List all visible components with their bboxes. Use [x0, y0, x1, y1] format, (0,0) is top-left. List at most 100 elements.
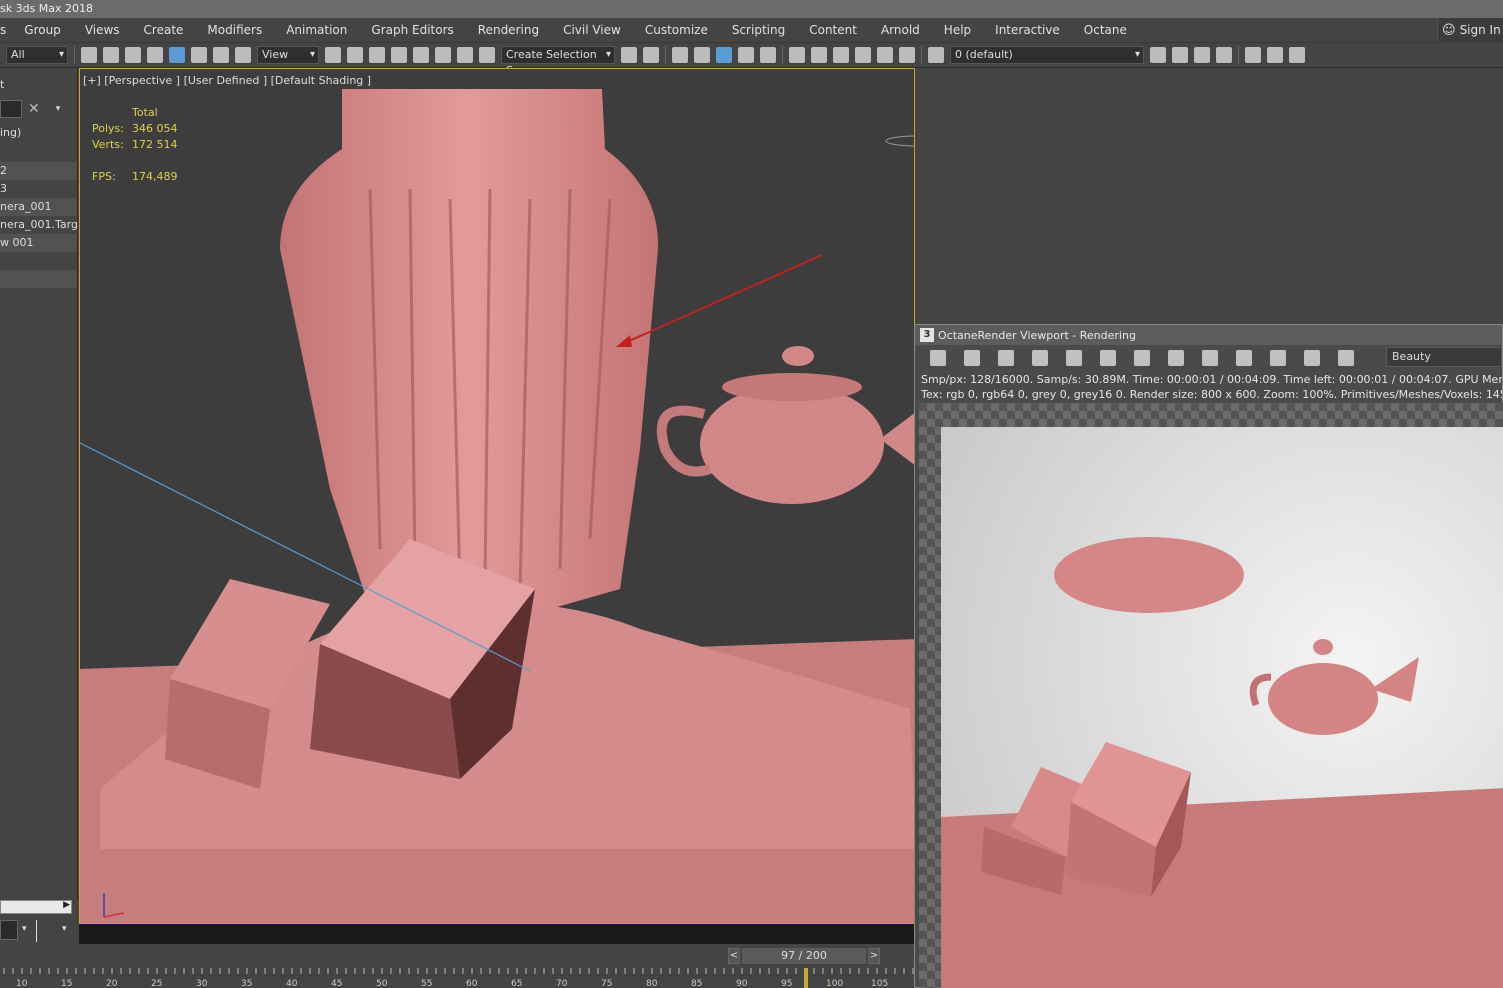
lock-icon[interactable]	[1032, 350, 1048, 366]
spinner-snap-icon[interactable]	[457, 47, 473, 63]
list-item[interactable]: ing)	[0, 124, 77, 142]
menu-item-file[interactable]: s	[0, 23, 12, 37]
scale-icon[interactable]	[213, 47, 229, 63]
selection-set-dropdown[interactable]: Create Selection Se	[501, 46, 615, 77]
menu-item-civil-view[interactable]: Civil View	[551, 23, 633, 37]
render-shortcut-icon[interactable]	[899, 47, 915, 63]
perspective-viewport[interactable]: [+] [Perspective ] [User Defined ] [Defa…	[79, 68, 915, 924]
octane-render-canvas[interactable]	[919, 403, 1503, 988]
octane-title-bar[interactable]: 3 OctaneRender Viewport - Rendering	[915, 325, 1502, 345]
reference-coord-dropdown[interactable]: View	[257, 46, 319, 64]
layer-manager-icon[interactable]	[928, 47, 944, 63]
arrow-right-icon[interactable]: ▶	[63, 900, 70, 910]
angle-snap-icon[interactable]	[413, 47, 429, 63]
layer-explorer-icon[interactable]	[694, 47, 710, 63]
octane-app-icon: 3	[920, 328, 934, 342]
menu-item-interactive[interactable]: Interactive	[983, 23, 1072, 37]
menu-item-octane[interactable]: Octane	[1072, 23, 1139, 37]
selection-filter-dropdown[interactable]: All	[6, 46, 68, 64]
menu-item-graph-editors[interactable]: Graph Editors	[359, 23, 465, 37]
align-icon[interactable]	[643, 47, 659, 63]
curve-editor-icon[interactable]	[738, 47, 754, 63]
name-field-row: ✕ ▾	[0, 98, 77, 120]
render-setup-icon[interactable]	[811, 47, 827, 63]
grid-toggle-icon[interactable]	[1245, 47, 1261, 63]
color-picker-icon[interactable]	[1168, 350, 1184, 366]
sign-in-button[interactable]: ☺ Sign In	[1437, 18, 1503, 42]
close-icon[interactable]: ✕	[28, 101, 40, 117]
pivot-icon[interactable]	[325, 47, 341, 63]
prev-frame-button[interactable]: <	[728, 948, 740, 964]
list-item[interactable]: nera_001.Targe	[0, 216, 77, 234]
render-iterative-icon[interactable]	[877, 47, 893, 63]
menu-item-customize[interactable]: Customize	[633, 23, 720, 37]
snap-3d-icon[interactable]	[391, 47, 407, 63]
keyboard-shortcut-icon[interactable]	[369, 47, 385, 63]
stop-render-icon[interactable]	[1202, 350, 1218, 366]
chevron-down-icon[interactable]: ▾	[56, 104, 61, 114]
list-item[interactable]: t	[0, 76, 77, 94]
render-production-icon[interactable]	[855, 47, 871, 63]
edit-named-selection-icon[interactable]	[479, 47, 495, 63]
region-render-icon[interactable]	[1134, 350, 1150, 366]
gear-icon[interactable]	[1338, 350, 1354, 366]
layer-dropdown[interactable]: 0 (default)	[950, 46, 1144, 64]
set-current-layer-icon[interactable]	[1216, 47, 1232, 63]
menu-item-group[interactable]: Group	[12, 23, 73, 37]
menu-item-scripting[interactable]: Scripting	[720, 23, 797, 37]
snap-toggle-icon[interactable]	[1267, 47, 1283, 63]
menu-item-animation[interactable]: Animation	[274, 23, 359, 37]
placement-icon[interactable]	[235, 47, 251, 63]
list-item[interactable]: 2	[0, 162, 77, 180]
ribbon-icon[interactable]	[716, 47, 732, 63]
separator	[1238, 46, 1239, 64]
save-render-icon[interactable]	[930, 350, 946, 366]
mirror-icon[interactable]	[621, 47, 637, 63]
select-by-name-icon[interactable]	[103, 47, 119, 63]
viewcube-gizmo[interactable]	[885, 135, 915, 147]
menu-item-help[interactable]: Help	[932, 23, 983, 37]
refresh-icon[interactable]	[1100, 350, 1116, 366]
select-manipulate-icon[interactable]	[347, 47, 363, 63]
display-icon[interactable]	[1236, 350, 1252, 366]
percent-snap-icon[interactable]	[435, 47, 451, 63]
render-pass-dropdown[interactable]: Beauty	[1386, 347, 1502, 367]
rect-selection-icon[interactable]	[125, 47, 141, 63]
copy-render-icon[interactable]	[964, 350, 980, 366]
horizontal-scrollbar[interactable]: ▶	[0, 900, 72, 914]
select-in-layer-icon[interactable]	[1194, 47, 1210, 63]
rendered-frame-icon[interactable]	[833, 47, 849, 63]
menu-item-arnold[interactable]: Arnold	[869, 23, 932, 37]
restart-render-icon[interactable]	[998, 350, 1014, 366]
rotate-icon[interactable]	[191, 47, 207, 63]
new-layer-icon[interactable]	[1150, 47, 1166, 63]
menu-item-content[interactable]: Content	[797, 23, 869, 37]
name-field[interactable]	[0, 100, 22, 118]
add-to-layer-icon[interactable]	[1172, 47, 1188, 63]
list-item[interactable]: w 001	[0, 234, 77, 252]
scene-explorer-icon[interactable]	[672, 47, 688, 63]
key-field[interactable]	[0, 920, 18, 940]
pause-icon[interactable]	[1066, 350, 1082, 366]
time-slider-marker[interactable]	[804, 968, 808, 988]
camera-icon[interactable]	[1304, 350, 1320, 366]
list-item[interactable]: nera_001	[0, 198, 77, 216]
move-icon[interactable]	[169, 47, 185, 63]
menu-item-modifiers[interactable]: Modifiers	[195, 23, 274, 37]
material-editor-icon[interactable]	[789, 47, 805, 63]
menu-item-views[interactable]: Views	[73, 23, 132, 37]
chevron-down-icon[interactable]: ▾	[62, 924, 67, 934]
time-ruler[interactable]: 10 15 20 25 30 35 40 45 50 55 60 65 70 75 80 85 90 95 100 1…	[0, 968, 914, 988]
menu-item-rendering[interactable]: Rendering	[466, 23, 551, 37]
isolate-icon[interactable]	[1289, 47, 1305, 63]
window-crossing-icon[interactable]	[147, 47, 163, 63]
settings-icon[interactable]	[1270, 350, 1286, 366]
viewport-label[interactable]: [+] [Perspective ] [User Defined ] [Defa…	[83, 74, 371, 87]
next-frame-button[interactable]: >	[868, 948, 880, 964]
list-item[interactable]: 3	[0, 180, 77, 198]
menu-item-create[interactable]: Create	[132, 23, 196, 37]
schematic-view-icon[interactable]	[760, 47, 776, 63]
frame-slider[interactable]: 97 / 200	[742, 948, 866, 964]
select-object-icon[interactable]	[81, 47, 97, 63]
chevron-down-icon[interactable]: ▾	[22, 924, 27, 934]
